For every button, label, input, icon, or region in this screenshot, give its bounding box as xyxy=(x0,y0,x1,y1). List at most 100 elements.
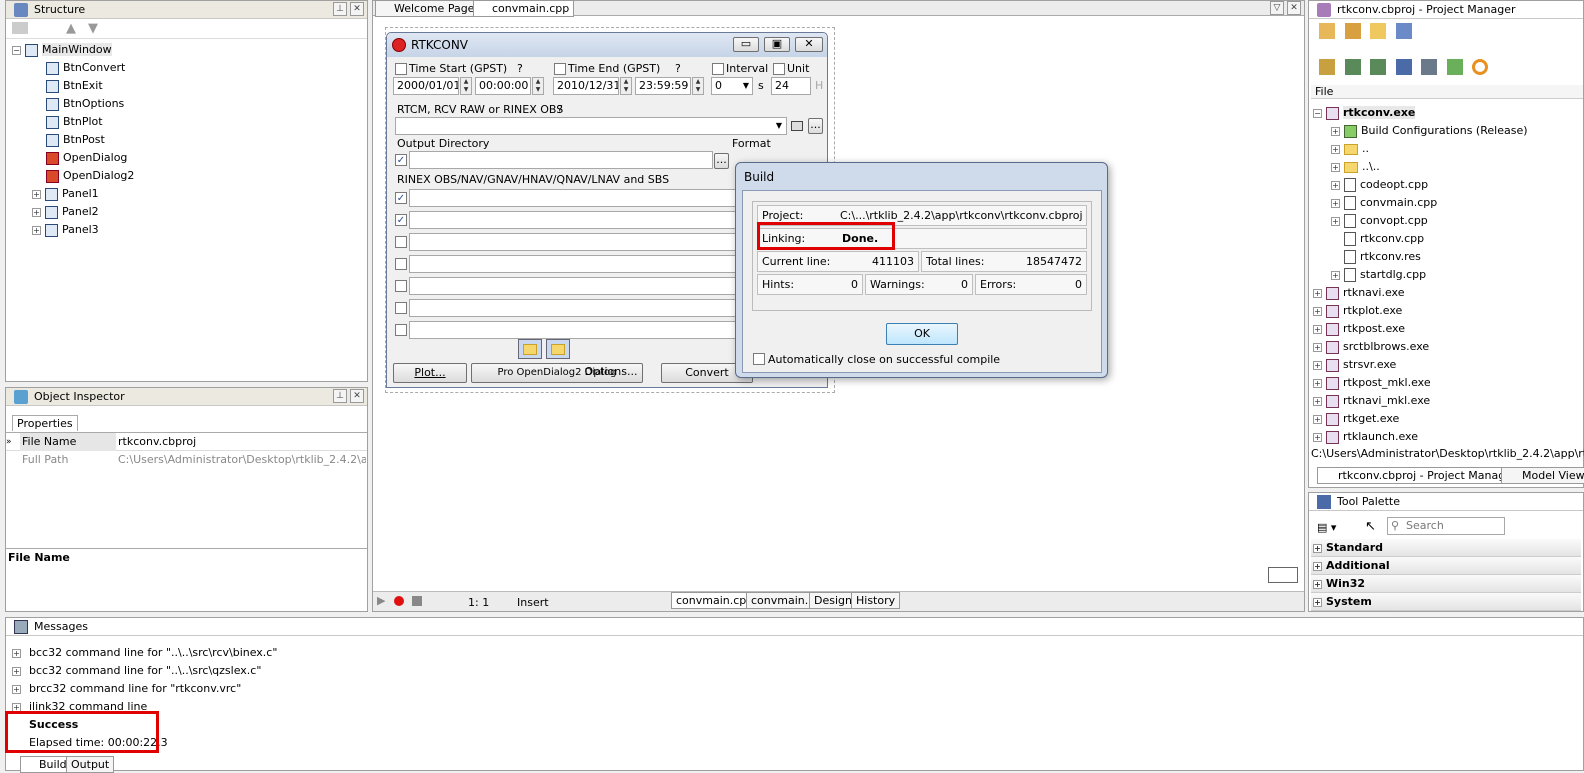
tree-node-component[interactable]: BtnPost xyxy=(12,131,367,149)
expand-icon[interactable]: − xyxy=(1313,108,1322,118)
list-icon[interactable] xyxy=(1395,59,1412,75)
pm-tree-item[interactable]: + srctblbrows.exe xyxy=(1313,338,1583,356)
tab-build[interactable]: Build xyxy=(20,756,72,773)
pm-tree-item[interactable]: + Build Configurations (Release) xyxy=(1313,122,1583,140)
expand-icon[interactable]: + xyxy=(1331,126,1340,136)
rinex-output-field[interactable] xyxy=(409,233,739,251)
palette-category[interactable]: + Win32 xyxy=(1311,575,1581,593)
close-button[interactable]: ✕ xyxy=(795,37,823,52)
expand-icon[interactable]: + xyxy=(1331,180,1340,190)
end-time-spinner[interactable]: ▲ ▼ xyxy=(692,77,704,95)
start-time-field[interactable]: 00:00:00 xyxy=(475,77,531,95)
tree-node-panel[interactable]: + Panel1 xyxy=(12,185,367,203)
pin-icon[interactable]: ⊥ xyxy=(333,389,347,403)
ok-button[interactable]: OK xyxy=(886,323,958,345)
time-start-checkbox[interactable] xyxy=(395,63,407,75)
options-button[interactable]: Options... xyxy=(579,364,643,382)
pm-tree-item[interactable]: rtkconv.res xyxy=(1313,248,1583,266)
property-row-file-name[interactable]: » File Name rtkconv.cbproj xyxy=(6,433,367,451)
pm-tree-item[interactable]: + codeopt.cpp xyxy=(1313,176,1583,194)
expand-icon[interactable]: + xyxy=(1313,360,1322,370)
sync-icon[interactable] xyxy=(1319,59,1335,75)
property-row-full-path[interactable]: Full Path C:\Users\Administrator\Desktop… xyxy=(6,451,367,469)
tab-welcome-page[interactable]: Welcome Page xyxy=(375,0,480,17)
expand-icon[interactable]: + xyxy=(32,225,41,235)
expand-icon[interactable]: + xyxy=(1313,306,1322,316)
message-line[interactable]: + brcc32 command line for "rtkconv.vrc" xyxy=(12,680,277,698)
rinex-output-checkbox[interactable] xyxy=(395,280,407,292)
expand-icon[interactable]: + xyxy=(1313,342,1322,352)
end-time-field[interactable]: 23:59:59 xyxy=(635,77,691,95)
rinex-output-field[interactable] xyxy=(409,277,739,295)
pm-tree-item[interactable]: + rtknavi_mkl.exe xyxy=(1313,392,1583,410)
rinex-output-field[interactable] xyxy=(409,255,739,273)
rinex-output-field[interactable] xyxy=(409,299,739,317)
bottom-tab-design[interactable]: Design xyxy=(809,592,857,609)
expand-icon[interactable]: + xyxy=(1331,198,1340,208)
browse-output-button[interactable]: ... xyxy=(714,153,729,169)
tab-output[interactable]: Output xyxy=(66,756,115,773)
pm-tree-item[interactable]: + startdlg.cpp xyxy=(1313,266,1583,284)
pm-tree-item[interactable]: + rtkget.exe xyxy=(1313,410,1583,428)
interval-checkbox[interactable] xyxy=(712,63,724,75)
message-line[interactable]: + bcc32 command line for "..\..\src\rcv\b… xyxy=(12,644,277,662)
minimize-button[interactable]: ▭ xyxy=(733,37,759,52)
autoclose-checkbox[interactable] xyxy=(753,353,765,365)
pm-tree-item[interactable]: + rtknavi.exe xyxy=(1313,284,1583,302)
build-icon[interactable] xyxy=(1446,59,1463,75)
circle-icon[interactable] xyxy=(1472,59,1488,75)
view-file-icon[interactable] xyxy=(791,121,803,131)
pm-tree-item[interactable]: − rtkconv.exe xyxy=(1313,104,1583,122)
rinex-output-checkbox[interactable] xyxy=(395,236,407,248)
palette-category[interactable]: + Additional xyxy=(1311,557,1581,575)
chevron-down-icon[interactable]: ▽ xyxy=(1270,1,1284,15)
play-icon[interactable]: ▶ xyxy=(377,594,385,607)
tree-node-component[interactable]: OpenDialog xyxy=(12,149,367,167)
pm-tree-item[interactable]: + rtkpost_mkl.exe xyxy=(1313,374,1583,392)
stop-icon[interactable] xyxy=(412,596,422,606)
expand-icon[interactable]: + xyxy=(12,648,21,658)
expand-icon[interactable]: + xyxy=(1313,378,1322,388)
close-icon[interactable]: ✕ xyxy=(350,2,364,16)
close-icon[interactable]: ✕ xyxy=(350,389,364,403)
expand-icon[interactable]: + xyxy=(12,684,21,694)
tree-node-mainwindow[interactable]: − MainWindow xyxy=(12,41,367,59)
rinex-output-checkbox[interactable] xyxy=(395,302,407,314)
properties-tab[interactable]: Properties xyxy=(12,415,78,431)
expand-icon[interactable]: + xyxy=(1313,396,1322,406)
tree-node-component[interactable]: BtnExit xyxy=(12,77,367,95)
rinex-output-checkbox[interactable] xyxy=(395,214,407,226)
expand-icon[interactable]: + xyxy=(1331,144,1340,154)
tab-convmain-cpp[interactable]: convmain.cpp xyxy=(473,0,575,17)
tab-project-manager[interactable]: rtkconv.cbproj - Project Manager xyxy=(1317,467,1522,484)
palette-category[interactable]: + Standard xyxy=(1311,539,1581,557)
time-end-checkbox[interactable] xyxy=(554,63,566,75)
tree-node-component[interactable]: BtnConvert xyxy=(12,59,367,77)
record-icon[interactable] xyxy=(394,596,404,606)
end-date-spinner[interactable]: ▲ ▼ xyxy=(620,77,632,95)
expand-icon[interactable]: + xyxy=(1313,579,1322,589)
bottom-tab-history[interactable]: History xyxy=(851,592,901,609)
pm-tree-item[interactable]: +.. xyxy=(1313,140,1583,158)
expand-icon[interactable]: + xyxy=(1331,270,1340,280)
output-dir-checkbox[interactable] xyxy=(395,154,407,166)
palette-search[interactable]: ⚲ Search xyxy=(1387,517,1505,535)
rinex-output-checkbox[interactable] xyxy=(395,258,407,270)
input-file-combo[interactable]: ▼ xyxy=(395,117,787,135)
tree-node-panel[interactable]: + Panel2 xyxy=(12,203,367,221)
maximize-button[interactable]: ▣ xyxy=(764,37,790,52)
close-icon[interactable]: ✕ xyxy=(1287,1,1301,15)
rinex-output-field[interactable] xyxy=(409,321,739,339)
unit-field[interactable]: 24 xyxy=(771,77,811,95)
expand-icon[interactable]: + xyxy=(1313,414,1322,424)
tree-node-component[interactable]: BtnPlot xyxy=(12,113,367,131)
tab-model-view[interactable]: Model View xyxy=(1501,467,1584,484)
pm-tree-item[interactable]: + ..\.. xyxy=(1313,158,1583,176)
expand-icon[interactable]: + xyxy=(32,189,41,199)
collapse-icon[interactable]: − xyxy=(12,45,21,55)
rinex-output-checkbox[interactable] xyxy=(395,324,407,336)
up-arrow-icon[interactable]: ▲ xyxy=(66,21,76,36)
output-dir-field[interactable] xyxy=(409,151,713,169)
expand-icon[interactable]: + xyxy=(1313,432,1322,442)
start-time-spinner[interactable]: ▲ ▼ xyxy=(532,77,544,95)
